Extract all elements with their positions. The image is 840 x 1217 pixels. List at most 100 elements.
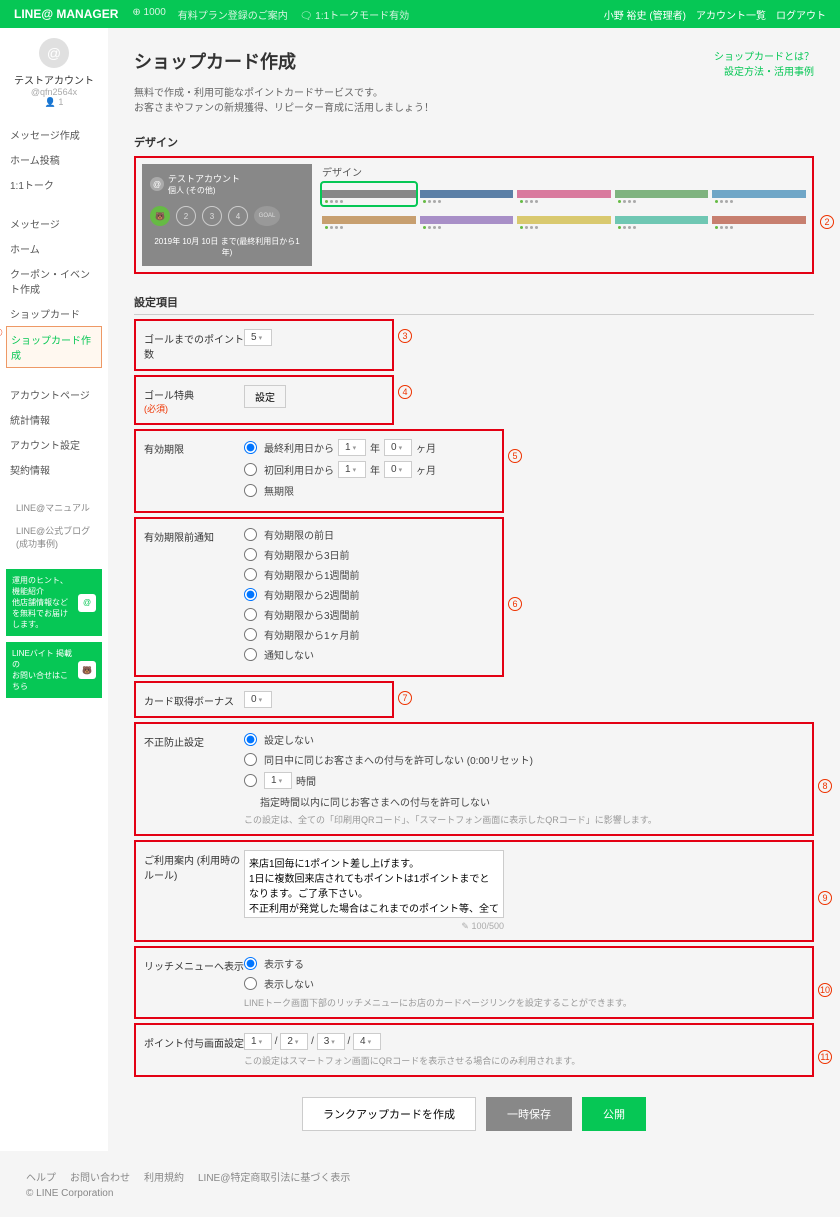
sidebar-item-stats[interactable]: 統計情報 <box>6 407 102 432</box>
row-grant: ポイント付与画面設定 1▾ / 2▾ / 3▾ / 4▾ この設定はスマートフォ… <box>134 1023 814 1077</box>
richmenu-note: LINEトーク画面下部のリッチメニューにお店のカードページリンクを設定することが… <box>244 996 804 1009</box>
select-g4[interactable]: 4▾ <box>353 1033 381 1050</box>
sidebar-item-messages[interactable]: メッセージ <box>6 211 102 236</box>
radio-notify-5[interactable] <box>244 628 257 641</box>
fraud-hours-desc: 指定時間以内に同じお客さまへの付与を許可しない <box>244 794 804 809</box>
row-notify: 有効期限前通知 有効期限の前日有効期限から3日前有効期限から1週間前有効期限から… <box>134 517 504 677</box>
footer-link-1[interactable]: お問い合わせ <box>70 1169 130 1184</box>
theme-grid <box>322 183 806 231</box>
select-g2[interactable]: 2▾ <box>280 1033 308 1050</box>
theme-tile-4[interactable] <box>712 183 806 205</box>
theme-tile-0[interactable] <box>322 183 416 205</box>
stamp-2: 2 <box>176 206 196 226</box>
fraud-note: この設定は、全ての「印刷用QRコード」、「スマートフォン画面に表示したQRコード… <box>244 813 804 826</box>
sidebar-item-contract[interactable]: 契約情報 <box>6 457 102 482</box>
stamp-1: 🐻 <box>150 206 170 226</box>
top-bar: LINE@ MANAGER ⊕ 1000 有料プラン登録のご案内 🗨 1:1トー… <box>0 0 840 28</box>
select-fraud-hours[interactable]: 1▾ <box>264 772 292 789</box>
label-goal-points: ゴールまでのポイント数 <box>144 329 244 361</box>
guide-char-count: ✎ 100/500 <box>244 921 504 932</box>
label-bonus: カード取得ボーナス <box>144 691 244 708</box>
select-goal-points[interactable]: 5▾ <box>244 329 272 346</box>
radio-expiry-none[interactable] <box>244 484 257 497</box>
sidebar-item-blog[interactable]: LINE@公式ブログ (成功事例) <box>6 519 102 555</box>
sidebar-item-shopcard-create[interactable]: ショップカード作成 <box>6 326 102 368</box>
sidebar-item-account-settings[interactable]: アカウント設定 <box>6 432 102 457</box>
sidebar-item-home-post[interactable]: ホーム投稿 <box>6 147 102 172</box>
stamp-row: 🐻 2 3 4 GOAL <box>150 206 304 226</box>
label-richmenu: リッチメニューへ表示 <box>144 956 244 1009</box>
guide-textarea[interactable] <box>244 850 504 918</box>
footer-link-2[interactable]: 利用規約 <box>144 1169 184 1184</box>
theme-tile-7[interactable] <box>517 209 611 231</box>
footer-link-0[interactable]: ヘルプ <box>26 1169 56 1184</box>
stamp-3: 3 <box>202 206 222 226</box>
select-g1[interactable]: 1▾ <box>244 1033 272 1050</box>
radio-fraud-none[interactable] <box>244 733 257 746</box>
label-notify: 有効期限前通知 <box>144 527 244 667</box>
plan-link[interactable]: 有料プラン登録のご案内 <box>178 7 288 22</box>
page-title: ショップカード作成 <box>134 48 296 74</box>
current-user[interactable]: 小野 裕史 (管理者) <box>604 7 686 22</box>
radio-rich-show[interactable] <box>244 957 257 970</box>
help-link-what[interactable]: ショップカードとは？ <box>714 48 814 63</box>
theme-tile-8[interactable] <box>615 209 709 231</box>
theme-tile-3[interactable] <box>615 183 709 205</box>
theme-tile-2[interactable] <box>517 183 611 205</box>
radio-notify-3[interactable] <box>244 588 257 601</box>
sidebar-item-manual[interactable]: LINE@マニュアル <box>6 496 102 519</box>
help-link-usage[interactable]: 設定方法・活用事例 <box>714 63 814 78</box>
main-content: ショップカード作成 ショップカードとは？ 設定方法・活用事例 無料で作成・利用可… <box>108 28 840 1151</box>
brand-logo: LINE@ MANAGER <box>14 7 118 21</box>
theme-tile-1[interactable] <box>420 183 514 205</box>
follower-count: ⊕ 1000 <box>132 7 165 22</box>
radio-notify-6[interactable] <box>244 648 257 661</box>
radio-notify-1[interactable] <box>244 548 257 561</box>
preview-acct-sub: 個人 (その他) <box>168 185 240 196</box>
radio-fraud-hours[interactable] <box>244 774 257 787</box>
stamp-goal: GOAL <box>254 206 280 226</box>
set-reward-button[interactable]: 設定 <box>244 385 286 408</box>
save-draft-button[interactable]: 一時保存 <box>486 1097 572 1131</box>
themes-label: デザイン <box>322 164 806 179</box>
settings-section-title: 設定項目 <box>134 294 814 315</box>
row-expiry: 有効期限 最終利用日から 1▾年 0▾ヶ月 初回利用日から 1▾年 0▾ヶ月 無… <box>134 429 504 513</box>
theme-tile-5[interactable] <box>322 209 416 231</box>
account-list-link[interactable]: アカウント一覧 <box>696 7 766 22</box>
publish-button[interactable]: 公開 <box>582 1097 646 1131</box>
sidebar-item-message[interactable]: メッセージ作成 <box>6 122 102 147</box>
promo-baito[interactable]: LINEバイト 掲載の お問い合せはこちら 🐻 <box>6 642 102 698</box>
sidebar-item-coupon[interactable]: クーポン・イベント作成 <box>6 261 102 301</box>
profile-block: @ テストアカウント @qfn2564x 👤 1 <box>6 38 102 108</box>
rankup-button[interactable]: ランクアップカードを作成 <box>302 1097 476 1131</box>
select-year-2[interactable]: 1▾ <box>338 461 366 478</box>
avatar-icon: @ <box>39 38 69 68</box>
select-month-2[interactable]: 0▾ <box>384 461 412 478</box>
radio-notify-4[interactable] <box>244 608 257 621</box>
select-bonus[interactable]: 0▾ <box>244 691 272 708</box>
design-box: @ テストアカウント 個人 (その他) 🐻 2 3 4 GOAL 2019年 1… <box>134 156 814 274</box>
footer-link-3[interactable]: LINE@特定商取引法に基づく表示 <box>198 1169 350 1184</box>
select-year-1[interactable]: 1▾ <box>338 439 366 456</box>
sidebar-item-home[interactable]: ホーム <box>6 236 102 261</box>
radio-expiry-last[interactable] <box>244 441 257 454</box>
sidebar-item-account-page[interactable]: アカウントページ <box>6 382 102 407</box>
copyright: © LINE Corporation <box>26 1188 814 1199</box>
radio-fraud-sameday[interactable] <box>244 753 257 766</box>
radio-rich-hide[interactable] <box>244 977 257 990</box>
logout-link[interactable]: ログアウト <box>776 7 826 22</box>
radio-expiry-first[interactable] <box>244 463 257 476</box>
sidebar-item-talk[interactable]: 1:1トーク <box>6 172 102 197</box>
radio-notify-0[interactable] <box>244 528 257 541</box>
theme-tile-6[interactable] <box>420 209 514 231</box>
select-g3[interactable]: 3▾ <box>317 1033 345 1050</box>
row-richmenu: リッチメニューへ表示 表示する 表示しない LINEトーク画面下部のリッチメニュ… <box>134 946 814 1019</box>
sidebar-item-shopcard[interactable]: ショップカード <box>6 301 102 326</box>
select-month-1[interactable]: 0▾ <box>384 439 412 456</box>
card-preview: @ テストアカウント 個人 (その他) 🐻 2 3 4 GOAL 2019年 1… <box>142 164 312 266</box>
label-grant: ポイント付与画面設定 <box>144 1033 244 1067</box>
promo-tips[interactable]: 運用のヒント、機能紹介 他店舗情報などを無料でお届けします。 @ <box>6 569 102 636</box>
theme-tile-9[interactable] <box>712 209 806 231</box>
radio-notify-2[interactable] <box>244 568 257 581</box>
profile-followers: 👤 1 <box>6 97 102 108</box>
